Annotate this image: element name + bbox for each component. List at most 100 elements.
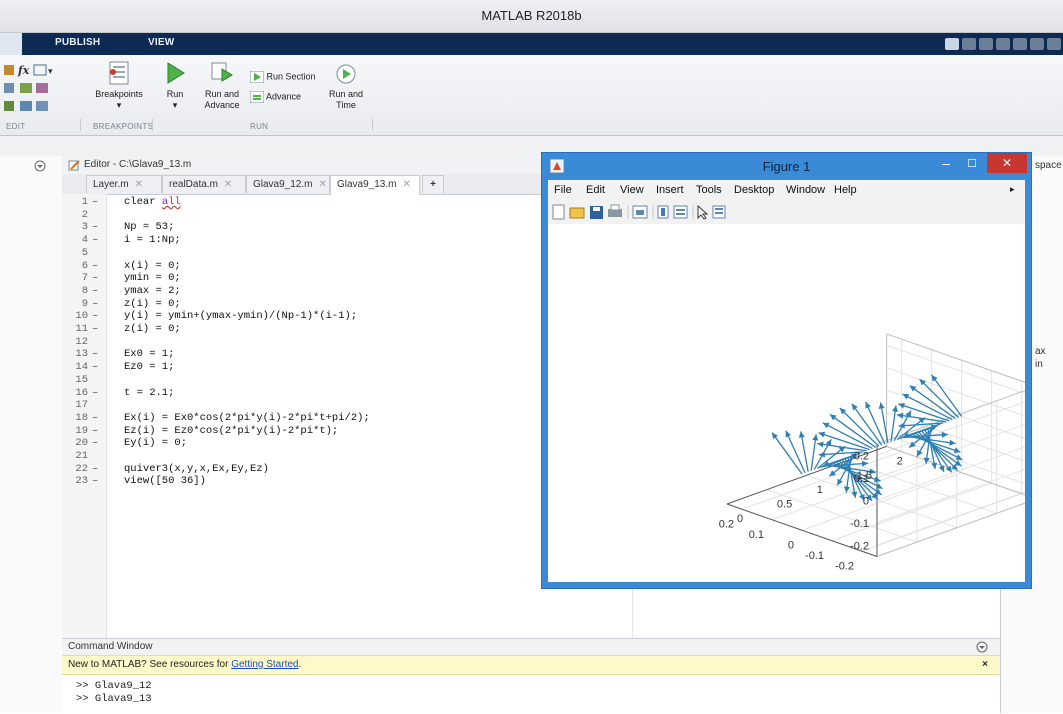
switch-windows-icon[interactable] — [1047, 38, 1061, 50]
quiver-arrowhead — [949, 439, 956, 446]
breakpoint-marker[interactable]: – — [92, 475, 98, 487]
figure-window[interactable]: Figure 1 – ☐ ✕ File Edit View Insert Too… — [541, 152, 1038, 589]
tab-glava9-13[interactable]: Glava9_13.m ✕ — [330, 175, 420, 195]
cut-icon[interactable] — [962, 38, 976, 50]
code-text: i = 1:Np; — [124, 234, 181, 247]
breakpoint-marker[interactable]: – — [92, 285, 98, 297]
line-number: 17 — [75, 399, 88, 412]
menu-insert[interactable]: Insert — [656, 184, 684, 196]
quiver-arrowhead — [892, 405, 899, 412]
tab-realdata[interactable]: realData.m ✕ — [162, 175, 246, 193]
figure-plot-area[interactable]: 0.2 0.1 0 -0.1 -0.2 -0.2 -0.1 0 0.1 0.2 0 0.5 1 1.5 2 — [548, 224, 1038, 582]
property-inspector-icon — [712, 205, 726, 219]
run-label: Run — [166, 89, 184, 99]
quiver3-axes[interactable]: 0.20.10-0.1-0.2-0.2-0.100.10.2 00.511.52 — [548, 224, 1038, 582]
run-and-time-button[interactable]: Run and Time — [326, 61, 366, 111]
breakpoint-marker[interactable]: – — [92, 425, 98, 437]
tab-label: realData.m — [169, 179, 218, 190]
edit-pencil-icon — [68, 160, 80, 171]
breakpoint-marker[interactable]: – — [92, 260, 98, 272]
breakpoint-marker[interactable]: – — [92, 412, 98, 424]
close-window-button[interactable]: ✕ — [987, 153, 1027, 173]
run-and-time-icon — [336, 64, 356, 84]
command-window: Command Window New to MATLAB? See resour… — [62, 638, 1000, 714]
paste-icon[interactable] — [996, 38, 1010, 50]
workspace-var[interactable]: ax — [1035, 346, 1046, 357]
breakpoint-marker[interactable]: – — [92, 387, 98, 399]
breakpoint-marker[interactable]: – — [92, 361, 98, 373]
tab-publish[interactable]: PUBLISH — [55, 37, 100, 48]
tab-view[interactable]: VIEW — [148, 37, 174, 48]
panel-menu-icon[interactable] — [34, 160, 46, 172]
code-text: ymin = 0; — [124, 272, 181, 285]
breakpoint-marker[interactable]: – — [92, 348, 98, 360]
advance-button[interactable]: Advance — [249, 90, 301, 104]
breakpoint-marker[interactable]: – — [92, 196, 98, 208]
figure-toolbar — [548, 200, 1025, 225]
new-tab-button[interactable]: + — [422, 175, 444, 193]
workspace-var[interactable]: in — [1035, 359, 1043, 370]
menu-edit[interactable]: Edit — [586, 184, 605, 196]
menu-tools[interactable]: Tools — [696, 184, 722, 196]
menubar-overflow-icon[interactable]: ▸ — [1010, 184, 1015, 195]
save-icon[interactable] — [945, 38, 959, 50]
quiver-arrowhead — [945, 465, 952, 473]
breakpoint-marker[interactable]: – — [92, 437, 98, 449]
breakpoints-icon — [109, 61, 129, 85]
line-number: 8 — [81, 284, 88, 297]
redo-icon[interactable] — [1030, 38, 1044, 50]
menu-window[interactable]: Window — [786, 184, 825, 196]
breakpoint-marker[interactable]: – — [92, 272, 98, 284]
ribbon: fx ▾ Breakpoints ▾ Run ▾ Run and Advance — [0, 55, 1063, 136]
tab-layer[interactable]: Layer.m ✕ — [86, 175, 162, 193]
breakpoint-marker[interactable]: – — [92, 298, 98, 310]
menu-file[interactable]: File — [554, 184, 572, 196]
close-icon[interactable]: ✕ — [224, 179, 232, 190]
copy-icon[interactable] — [979, 38, 993, 50]
breakpoints-button[interactable]: Breakpoints ▾ — [88, 61, 150, 111]
close-icon[interactable]: × — [982, 656, 988, 674]
close-icon[interactable]: ✕ — [318, 179, 326, 190]
edit-tools-icons[interactable]: fx ▾ — [2, 63, 72, 119]
figure-titlebar[interactable]: Figure 1 – ☐ ✕ — [542, 153, 1031, 179]
line-number: 12 — [75, 335, 88, 348]
breakpoint-marker[interactable]: – — [92, 463, 98, 475]
z-tick-label: -0.2 — [850, 540, 869, 552]
breakpoint-marker[interactable]: – — [92, 234, 98, 246]
y-tick-label: 2 — [897, 455, 903, 467]
run-button[interactable]: Run ▾ — [160, 61, 190, 111]
x-tick-label: -0.1 — [805, 550, 824, 562]
close-icon[interactable]: ✕ — [402, 179, 410, 190]
breakpoint-marker[interactable]: – — [92, 323, 98, 335]
menu-view[interactable]: View — [620, 184, 644, 196]
tab-glava9-12[interactable]: Glava9_12.m ✕ — [246, 175, 330, 193]
figure-title: Figure 1 — [762, 159, 811, 174]
breakpoint-marker[interactable]: – — [92, 310, 98, 322]
y-tick-label: 1.5 — [857, 470, 872, 482]
getting-started-link[interactable]: Getting Started — [231, 659, 298, 670]
run-and-advance-button[interactable]: Run and Advance — [200, 61, 244, 111]
x-tick-label: 0.2 — [719, 518, 734, 530]
menu-desktop[interactable]: Desktop — [734, 184, 774, 196]
run-section-icon — [249, 70, 265, 84]
tab-editor-partial[interactable] — [0, 33, 22, 55]
group-label-run: RUN — [250, 122, 269, 131]
maximize-button[interactable]: ☐ — [961, 155, 983, 173]
axis-box-edge — [886, 333, 1037, 387]
quiver-arrowhead — [812, 434, 819, 441]
code-text: Np = 53; — [124, 221, 175, 234]
tab-label: Glava9_12.m — [253, 179, 313, 190]
panel-menu-icon[interactable] — [976, 641, 988, 653]
grid-line — [861, 493, 1022, 552]
run-section-label: Run Section — [266, 71, 316, 82]
editor-title: Editor - C:\Glava9_13.m — [84, 159, 192, 170]
run-section-button[interactable]: Run Section — [249, 70, 316, 84]
x-tick-label: -0.2 — [835, 560, 854, 572]
undo-icon[interactable] — [1013, 38, 1027, 50]
minimize-button[interactable]: – — [935, 155, 957, 173]
line-number: 6 — [81, 259, 88, 272]
close-icon[interactable]: ✕ — [135, 179, 143, 190]
breakpoint-marker[interactable]: – — [92, 221, 98, 233]
quiver-arrowhead — [798, 431, 805, 438]
menu-help[interactable]: Help — [834, 184, 857, 196]
